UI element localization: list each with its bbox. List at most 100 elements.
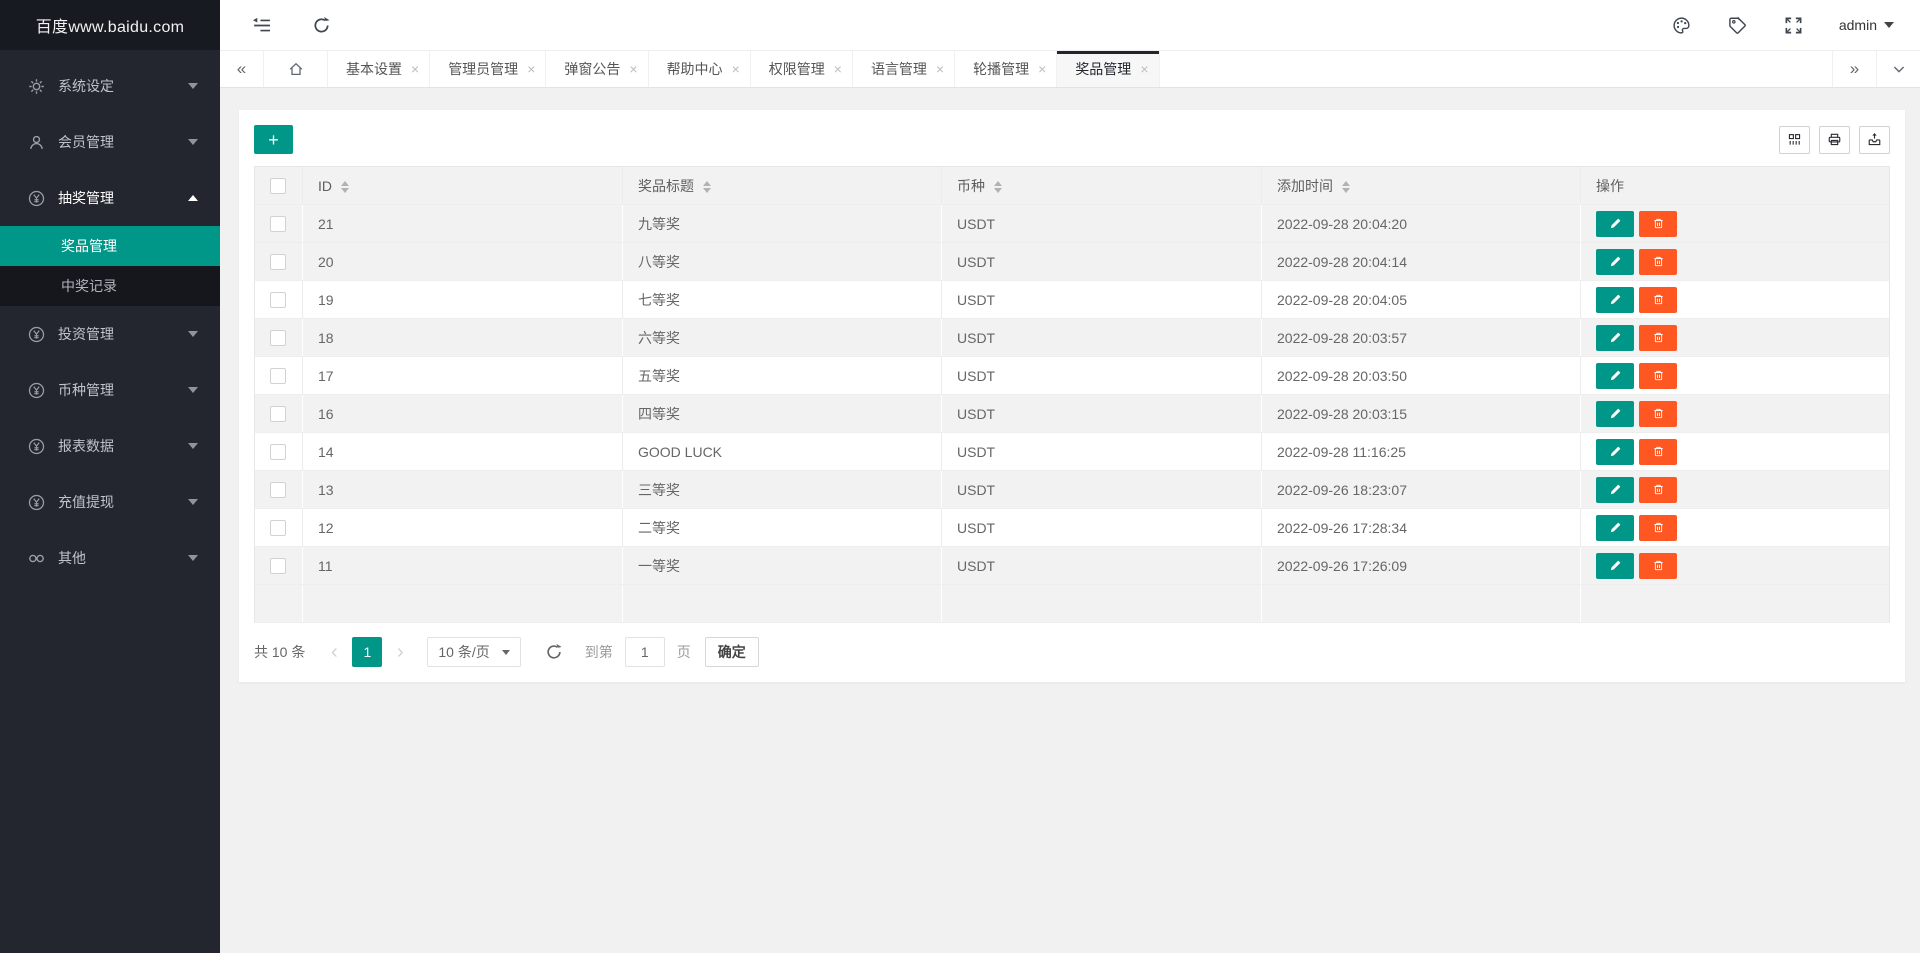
delete-button[interactable] [1639,362,1677,389]
tab-close-icon[interactable]: × [527,61,535,77]
edit-button[interactable] [1596,324,1634,351]
tab-close-icon[interactable]: × [629,61,637,77]
edit-button[interactable] [1596,438,1634,465]
cell-operations [1580,508,1890,547]
delete-button[interactable] [1639,552,1677,579]
sidebar-item-caret-icon [188,195,198,201]
sidebar-subitem-records[interactable]: 中奖记录 [0,266,220,306]
current-page-button[interactable]: 1 [352,637,383,667]
tabs-scroll-left-button[interactable]: « [220,51,264,87]
page-size-select[interactable]: 10 条/页 [427,637,521,667]
delete-button[interactable] [1639,248,1677,275]
tab-帮助中心[interactable]: 帮助中心 × [648,51,751,87]
row-checkbox[interactable] [270,216,286,233]
tab-close-icon[interactable]: × [936,61,944,77]
edit-button[interactable] [1596,248,1634,275]
theme-palette-icon[interactable] [1671,14,1693,36]
delete-button[interactable] [1639,286,1677,313]
row-checkbox[interactable] [270,482,286,499]
edit-button[interactable] [1596,362,1634,389]
filler-cell [302,584,623,623]
refresh-page-icon[interactable] [310,14,332,36]
tab-权限管理[interactable]: 权限管理 × [750,51,853,87]
delete-button[interactable] [1639,324,1677,351]
tab-close-icon[interactable]: × [732,61,740,77]
table-row: 21 九等奖 USDT 2022-09-28 20:04:20 [254,204,1890,243]
tab-close-icon[interactable]: × [411,61,419,77]
row-checkbox[interactable] [270,368,286,385]
table-row: 11 一等奖 USDT 2022-09-26 17:26:09 [254,546,1890,585]
sidebar-item-reports[interactable]: 报表数据 [0,418,220,474]
row-checkbox[interactable] [270,520,286,537]
prev-page-button[interactable]: ‹ [319,637,349,667]
export-button[interactable] [1859,125,1890,154]
tab-close-icon[interactable]: × [834,61,842,77]
row-actions [1596,210,1874,237]
filter-columns-button[interactable] [1779,125,1810,154]
delete-button[interactable] [1639,476,1677,503]
row-checkbox[interactable] [270,292,286,309]
row-checkbox[interactable] [270,254,286,271]
user-menu[interactable]: admin [1839,17,1894,33]
sort-icon[interactable] [994,180,1002,193]
edit-button[interactable] [1596,286,1634,313]
filler-cell [941,584,1262,623]
sidebar-item-lottery[interactable]: 抽奖管理 [0,170,220,226]
cell-title: 三等奖 [622,470,942,509]
edit-button[interactable] [1596,210,1634,237]
tab-label: 管理员管理 [448,61,519,77]
print-button[interactable] [1819,125,1850,154]
pencil-icon [1609,521,1622,534]
delete-button[interactable] [1639,400,1677,427]
sidebar-item-members[interactable]: 会员管理 [0,114,220,170]
tab-轮播管理[interactable]: 轮播管理 × [955,51,1058,87]
delete-button[interactable] [1639,210,1677,237]
sidebar-item-other[interactable]: 其他 [0,530,220,586]
edit-button[interactable] [1596,514,1634,541]
tab-close-icon[interactable]: × [1140,61,1148,77]
tag-icon[interactable] [1727,14,1749,36]
delete-button[interactable] [1639,514,1677,541]
tabs-scroll-right-button[interactable]: » [1832,51,1876,87]
tab-语言管理[interactable]: 语言管理 × [852,51,956,87]
edit-button[interactable] [1596,476,1634,503]
row-checkbox[interactable] [270,330,286,347]
edit-button[interactable] [1596,552,1634,579]
collapse-sidebar-icon[interactable] [250,14,272,36]
sidebar-item-invest[interactable]: 投资管理 [0,306,220,362]
delete-button[interactable] [1639,438,1677,465]
sidebar-item-currency[interactable]: 币种管理 [0,362,220,418]
sort-icon[interactable] [1342,180,1350,193]
fullscreen-icon[interactable] [1783,14,1805,36]
edit-button[interactable] [1596,400,1634,427]
sidebar-item-label: 抽奖管理 [58,190,114,206]
sort-icon[interactable] [341,180,349,193]
cell-added-at: 2022-09-28 20:04:05 [1261,280,1581,319]
sort-asc-icon [703,180,711,186]
tab-弹窗公告[interactable]: 弹窗公告 × [546,51,649,87]
sidebar-item-recharge[interactable]: 充值提现 [0,474,220,530]
row-checkbox[interactable] [270,558,286,575]
home-tab[interactable] [264,51,328,87]
goto-confirm-button[interactable]: 确定 [704,637,759,667]
tab-close-icon[interactable]: × [1038,61,1046,77]
pagination-refresh-icon[interactable] [545,643,563,661]
row-checkbox[interactable] [270,444,286,461]
sidebar-item-system[interactable]: 系统设定 [0,58,220,114]
export-icon [1867,132,1882,147]
row-select-cell [254,280,303,319]
goto-page-input[interactable] [624,637,665,667]
add-prize-button[interactable]: + [254,125,293,154]
tab-奖品管理[interactable]: 奖品管理 × [1057,51,1160,87]
cell-id: 17 [302,356,623,395]
tab-operations-button[interactable] [1876,51,1920,87]
trash-icon [1652,293,1665,306]
select-all-checkbox[interactable] [270,178,286,195]
row-checkbox[interactable] [270,406,286,423]
sort-icon[interactable] [703,180,711,193]
table-row: 18 六等奖 USDT 2022-09-28 20:03:57 [254,318,1890,357]
tab-管理员管理[interactable]: 管理员管理 × [430,51,547,87]
sidebar-subitem-prizes[interactable]: 奖品管理 [0,226,220,266]
tab-基本设置[interactable]: 基本设置 × [328,51,431,87]
next-page-button[interactable]: › [385,637,415,667]
